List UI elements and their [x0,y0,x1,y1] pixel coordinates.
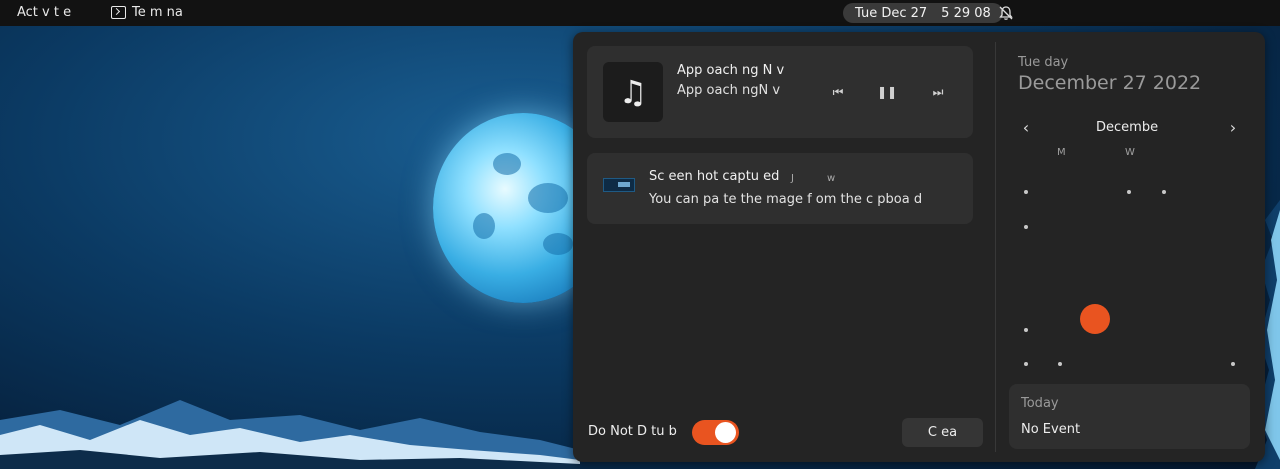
screenshot-thumbnail [603,178,635,192]
app-menu-button[interactable]: Te m na [111,5,183,20]
clock-date: Tue Dec 27 [855,5,928,21]
events-header: Today [1021,396,1059,411]
notification-calendar-popover: ♫ App oach ng N v App oach ngN v ⏮ ❚❚ ⏭ … [573,32,1265,462]
clock-time: 5 29 08 [941,5,991,21]
clock-button[interactable]: Tue Dec 27 5 29 08 [843,3,1003,23]
calendar-month-label: Decembe [1096,120,1159,135]
events-empty-text: No Event [1021,422,1081,437]
calendar-weekday[interactable]: Tue day [1018,55,1068,70]
notification-body: You can pa te the mage f om the c pboa d [649,192,923,207]
previous-icon[interactable]: ⏮ [828,82,848,102]
calendar-event-dot[interactable] [1024,225,1028,229]
media-track-title: App oach ng N v [677,63,785,78]
do-not-disturb-toggle[interactable] [692,420,739,445]
panel-divider [995,42,996,452]
calendar-event-dot[interactable] [1058,362,1062,366]
pause-icon[interactable]: ❚❚ [877,82,897,102]
calendar-full-date[interactable]: December 27 2022 [1018,72,1201,94]
media-player-card[interactable]: ♫ App oach ng N v App oach ngN v ⏮ ❚❚ ⏭ [587,46,973,138]
media-track-artist: App oach ngN v [677,83,781,98]
notification-title: Sc een hot captu ed [649,169,780,184]
calendar-day-header: M [1057,147,1066,158]
calendar-day-header: W [1125,147,1135,158]
do-not-disturb-label: Do Not D tu b [588,424,677,439]
calendar-event-dot[interactable] [1127,190,1131,194]
notification-time-suffix: w [827,173,836,184]
chevron-right-icon[interactable]: › [1226,118,1240,137]
bell-muted-icon [999,6,1013,20]
calendar-event-dot[interactable] [1024,190,1028,194]
screenshot-notification[interactable]: Sc een hot captu ed J w You can pa te th… [587,153,973,224]
terminal-icon [111,6,126,19]
activities-button[interactable]: Act v t e [17,5,71,20]
music-note-icon: ♫ [603,62,663,122]
clear-button[interactable]: C ea [902,418,983,447]
calendar-event-dot[interactable] [1162,190,1166,194]
calendar-event-dot[interactable] [1024,328,1028,332]
notification-time: J [791,173,794,184]
chevron-left-icon[interactable]: ‹ [1019,118,1033,137]
calendar-event-dot[interactable] [1231,362,1235,366]
calendar-today-marker[interactable] [1080,304,1110,334]
app-menu-label: Te m na [132,5,183,20]
events-panel[interactable]: Today No Event [1009,384,1250,449]
top-bar: Act v t e Te m na Tue Dec 27 5 29 08 [0,0,1280,26]
next-icon[interactable]: ⏭ [928,82,948,102]
calendar-event-dot[interactable] [1024,362,1028,366]
toggle-knob [715,422,736,443]
